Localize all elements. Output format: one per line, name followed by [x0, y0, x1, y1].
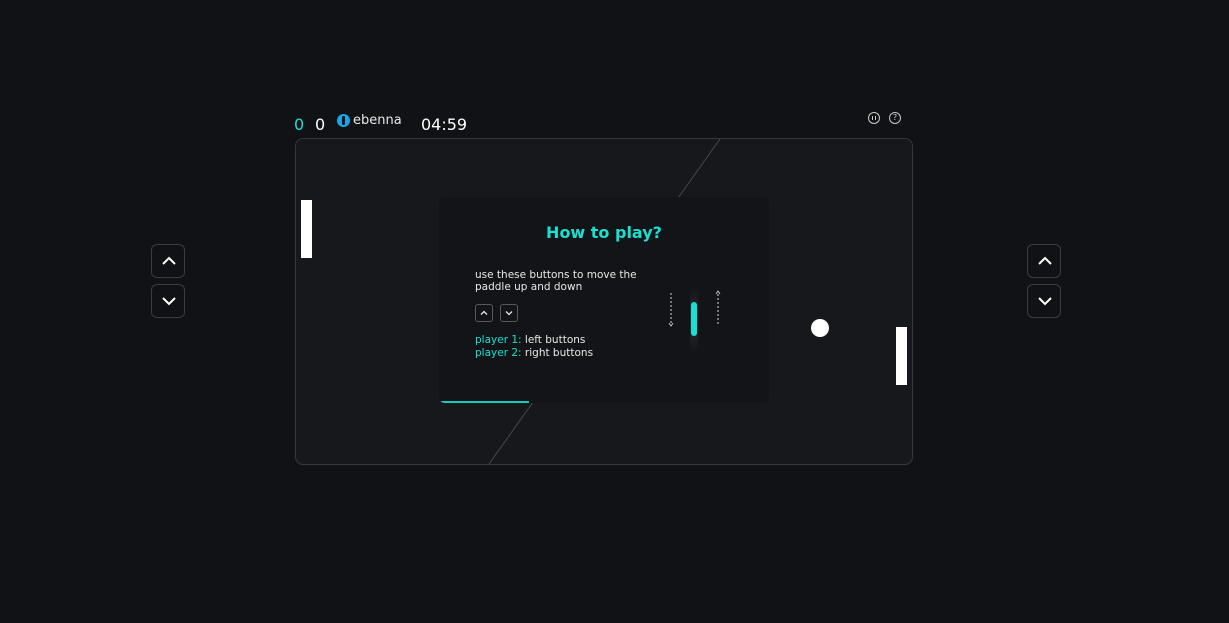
modal-progress-bar [440, 401, 530, 403]
player2-controls: right buttons [524, 347, 594, 359]
scoreboard: 0 0 ebenna 04:59 ? [291, 108, 908, 138]
player1-controls: left buttons [524, 334, 586, 346]
player1-score: 0 [294, 115, 305, 134]
player1-label: player 1: [475, 334, 522, 346]
chevron-down-icon [505, 311, 513, 316]
right-down-button[interactable] [1027, 284, 1061, 318]
left-paddle [301, 200, 312, 258]
brand-name: ebenna [353, 112, 402, 128]
pause-icon[interactable] [868, 112, 880, 124]
right-paddle [896, 327, 907, 385]
modal-title: How to play? [546, 223, 662, 242]
player1-instruction: player 1: left buttons [475, 334, 585, 346]
paddle-movement-illustration [668, 287, 721, 353]
right-up-button[interactable] [1027, 244, 1061, 278]
ball [811, 319, 829, 337]
left-up-button[interactable] [151, 244, 185, 278]
player2-score: 0 [315, 115, 326, 134]
left-down-button[interactable] [151, 284, 185, 318]
how-to-play-modal: How to play? use these buttons to move t… [439, 197, 769, 403]
chevron-down-icon [162, 297, 176, 306]
help-icon[interactable]: ? [889, 112, 901, 124]
brand-logo: ebenna [337, 110, 402, 130]
modal-description: use these buttons to move the paddle up … [475, 269, 637, 293]
example-down-button [500, 304, 518, 322]
chevron-up-icon [162, 256, 176, 265]
chevron-up-icon [1038, 256, 1052, 265]
example-up-button [475, 304, 493, 322]
game-timer: 04:59 [421, 115, 468, 134]
chevron-up-icon [480, 310, 488, 315]
chevron-down-icon [1038, 297, 1052, 306]
player2-label: player 2: [475, 347, 522, 359]
player2-instruction: player 2: right buttons [475, 347, 593, 359]
logo-icon [337, 113, 350, 127]
